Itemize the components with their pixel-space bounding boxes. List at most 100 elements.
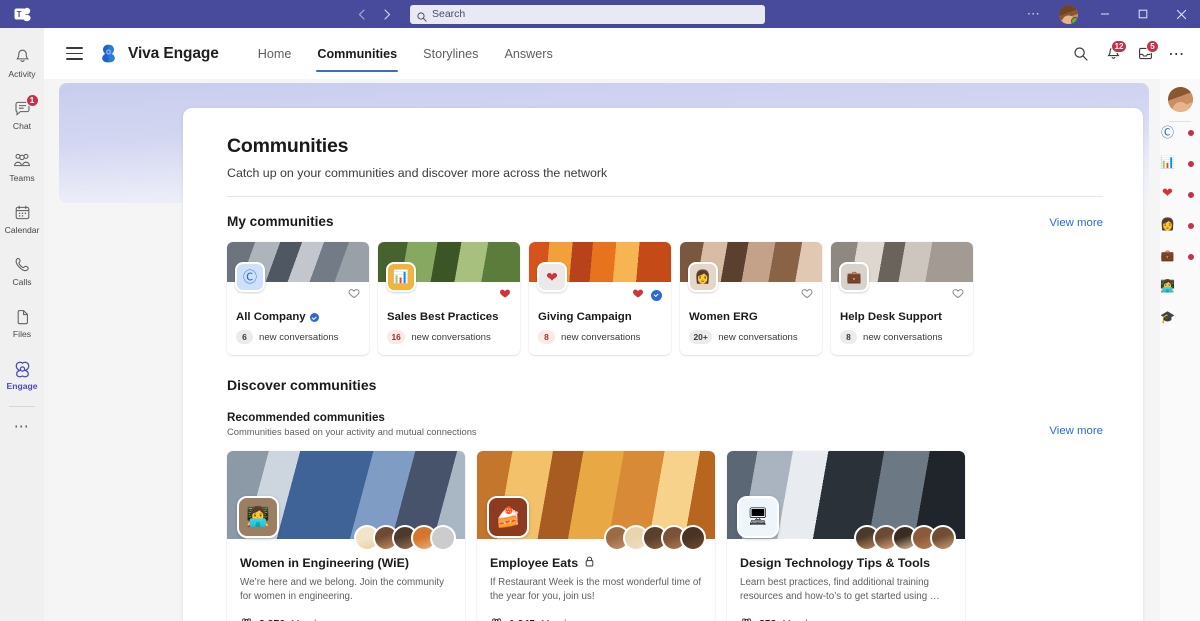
unread-dot [1186, 129, 1195, 137]
new-conversations-count: 6 [236, 330, 253, 344]
rail-divider [9, 406, 35, 407]
community-wie-icon[interactable]: 👩‍💻 [1160, 279, 1193, 311]
minimize-icon[interactable] [1086, 0, 1124, 28]
community-all-company-icon[interactable]: Ⓒ [1161, 125, 1195, 156]
community-card[interactable]: 💼 Help Desk Support 8 new conversations [831, 242, 973, 355]
person-glyph: 👩 [694, 269, 712, 284]
window-controls: ⋯ [1017, 0, 1200, 28]
search-icon [417, 9, 427, 22]
avatar[interactable] [1167, 87, 1193, 112]
community-name-row: Design Technology Tips & Tools [740, 556, 952, 570]
tab-storylines[interactable]: Storylines [410, 28, 491, 79]
header-actions: 12 5 ⋯ [1066, 39, 1192, 69]
sidebar-more-apps-icon[interactable]: ⋯ [0, 409, 44, 443]
hamburger-menu-icon[interactable] [54, 47, 94, 60]
card-body: Sales Best Practices 16 new conversation… [378, 308, 520, 355]
community-women-erg-icon[interactable]: 👩 [1160, 217, 1195, 249]
notifications-bell-icon[interactable]: 12 [1098, 39, 1128, 69]
card-footer: 1,345 Members [490, 616, 702, 621]
phone-icon [13, 254, 32, 276]
recommended-card[interactable]: 🖥 Design Technology Tips & Tools Learn b… [727, 451, 965, 621]
sidebar-item-label: Calls [12, 276, 32, 287]
header-overflow-icon[interactable]: ⋯ [1162, 39, 1192, 69]
community-name: Giving Campaign [538, 311, 632, 323]
card-meta: 16 new conversations [387, 330, 511, 344]
card-footer: 3,276 Members [240, 616, 452, 621]
teams-left-rail: Activity 1 Chat Teams Calendar Calls Fil… [0, 28, 44, 621]
global-search-placeholder: Search [432, 8, 466, 20]
tab-home[interactable]: Home [245, 28, 305, 79]
global-search-input[interactable]: Search [410, 4, 765, 24]
card-cover-image: 🖥 [727, 451, 965, 551]
member-facepile [854, 525, 956, 551]
sidebar-item-chat[interactable]: 1 Chat [0, 88, 44, 140]
brand[interactable]: Viva Engage [98, 43, 219, 64]
viva-engage-icon [12, 358, 33, 380]
community-avatar: 👩 [688, 262, 718, 292]
community-card[interactable]: 📊 Sales Best Practices 16 new conversati… [378, 242, 520, 355]
favorite-heart-icon[interactable] [499, 286, 511, 304]
engineer-glyph: 👩‍💻 [246, 507, 270, 528]
back-icon[interactable] [350, 4, 372, 24]
recommended-card[interactable]: 🍰 Employee Eats If Restaurant Week is th… [477, 451, 715, 621]
community-card[interactable]: Ⓒ All Company 6 new conversations [227, 242, 369, 355]
teams-people-icon [12, 150, 32, 172]
community-name-row: Sales Best Practices [387, 311, 511, 323]
community-name: Women ERG [689, 311, 758, 323]
forward-icon[interactable] [376, 4, 398, 24]
tab-answers[interactable]: Answers [491, 28, 565, 79]
window-overflow-icon[interactable]: ⋯ [1017, 6, 1051, 22]
card-body: Women ERG 20+ new conversations [680, 308, 822, 355]
window-title-bar: T Search ⋯ [0, 0, 1200, 28]
recommended-title: Recommended communities [227, 411, 385, 424]
new-conversations-label: new conversations [863, 331, 943, 343]
new-conversations-label: new conversations [259, 331, 339, 343]
chat-unread-badge: 1 [25, 93, 39, 107]
community-design-tech-icon[interactable]: 🎓 [1160, 310, 1193, 342]
inbox-icon[interactable]: 5 [1130, 39, 1160, 69]
sidebar-item-teams[interactable]: Teams [0, 140, 44, 192]
sidebar-item-label: Engage [6, 380, 38, 391]
sidebar-item-activity[interactable]: Activity [0, 36, 44, 88]
card-cover-image: 🍰 [477, 451, 715, 551]
verified-badge-icon [651, 289, 662, 301]
community-help-desk-icon[interactable]: 💼 [1161, 250, 1195, 280]
sidebar-item-files[interactable]: Files [0, 296, 44, 348]
community-giving-icon[interactable]: ❤ [1162, 185, 1195, 218]
community-card[interactable]: 👩 Women ERG 20+ new conversations [680, 242, 822, 355]
recommended-view-more-link[interactable]: View more [1049, 425, 1103, 437]
new-conversations-label: new conversations [411, 331, 491, 343]
sidebar-item-calendar[interactable]: Calendar [0, 192, 44, 244]
close-icon[interactable] [1162, 0, 1200, 28]
people-icon [740, 616, 753, 621]
community-name-row: Women ERG [689, 311, 813, 323]
maximize-icon[interactable] [1124, 0, 1162, 28]
sidebar-item-label: Teams [9, 172, 35, 183]
new-conversations-count: 16 [387, 330, 406, 344]
favorite-heart-icon[interactable] [632, 286, 644, 304]
search-icon[interactable] [1066, 39, 1096, 69]
design-tools-glyph: 🖥 [747, 507, 769, 526]
card-body: Giving Campaign 8 new conversations [529, 308, 671, 355]
tab-communities[interactable]: Communities [304, 28, 410, 79]
card-meta: 8 new conversations [538, 330, 662, 344]
notifications-badge: 12 [1111, 39, 1127, 53]
community-name-row: All Company [236, 311, 360, 323]
community-sales-icon[interactable]: 📊 [1160, 155, 1195, 187]
favorite-heart-icon[interactable] [952, 286, 964, 304]
sidebar-item-calls[interactable]: Calls [0, 244, 44, 296]
avatar[interactable] [1059, 4, 1078, 24]
community-avatar: 🖥 [737, 496, 779, 538]
community-avatar: 📊 [386, 262, 416, 292]
recommended-subtitle: Communities based on your activity and m… [227, 426, 477, 437]
my-communities-view-more-link[interactable]: View more [1049, 217, 1103, 229]
community-card[interactable]: ❤ Giving Campaign 8 new conversations [529, 242, 671, 355]
community-name-row: Help Desk Support [840, 311, 964, 323]
all-company-glyph: Ⓒ [243, 269, 257, 285]
inbox-badge: 5 [1146, 39, 1159, 53]
favorite-heart-icon[interactable] [801, 286, 813, 304]
favorite-heart-icon[interactable] [348, 286, 360, 304]
recommended-card[interactable]: 👩‍💻 Women i [227, 451, 465, 621]
community-avatar: Ⓒ [235, 262, 265, 292]
sidebar-item-engage[interactable]: Engage [0, 348, 44, 400]
